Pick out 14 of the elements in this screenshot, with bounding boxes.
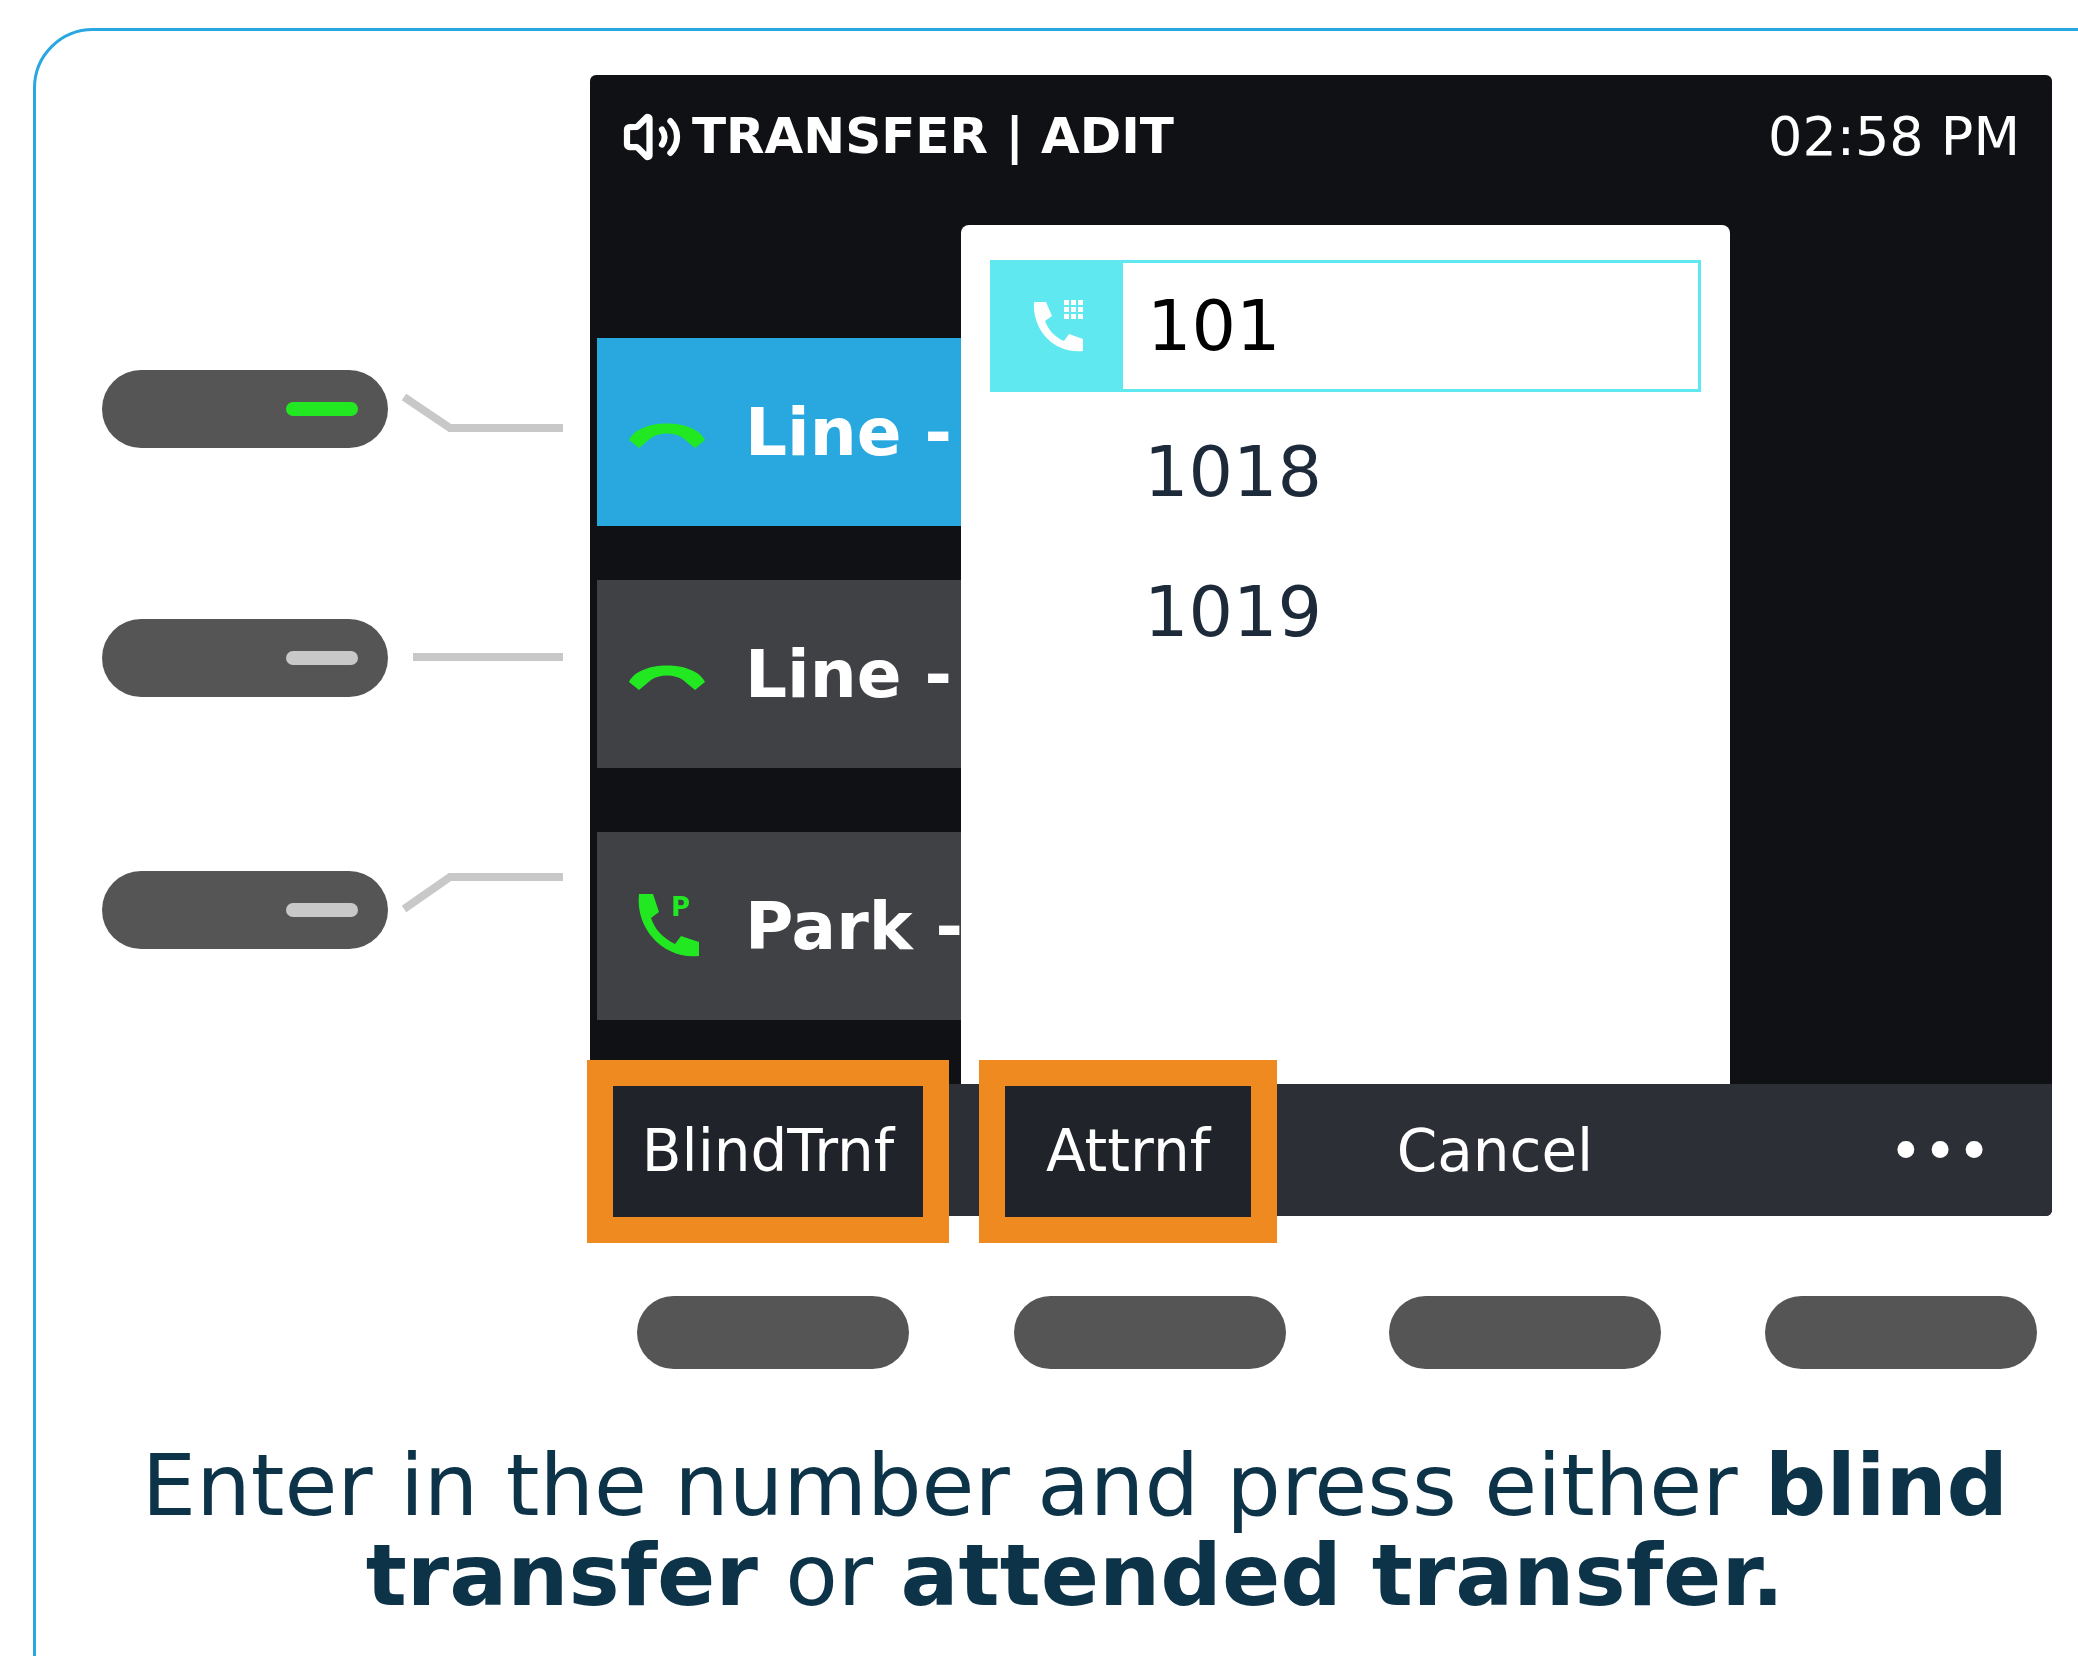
line-key-label: Park - [745,886,963,967]
screen-title: TRANSFER | ADIT [692,106,1174,167]
number-input-field[interactable]: 101 [990,260,1701,392]
number-suggestion[interactable]: 1018 [1144,412,1701,532]
softkey[interactable]: Cancel [1330,1060,1660,1243]
clock-time: 02:58 PM [1768,104,2020,170]
instruction-caption: Enter in the number and press either blind transfer or attended transfer. [140,1440,2010,1620]
softkey[interactable]: ••• [1860,1060,2020,1243]
dialed-number: 101 [1146,283,1281,369]
softkey[interactable]: Attrnf [979,1060,1277,1243]
line-key-label: Line - [745,634,952,715]
number-suggestion[interactable]: 1019 [1144,552,1701,672]
softkey[interactable]: BlindTrnf [587,1060,949,1243]
line-key-label: Line - [745,392,952,473]
